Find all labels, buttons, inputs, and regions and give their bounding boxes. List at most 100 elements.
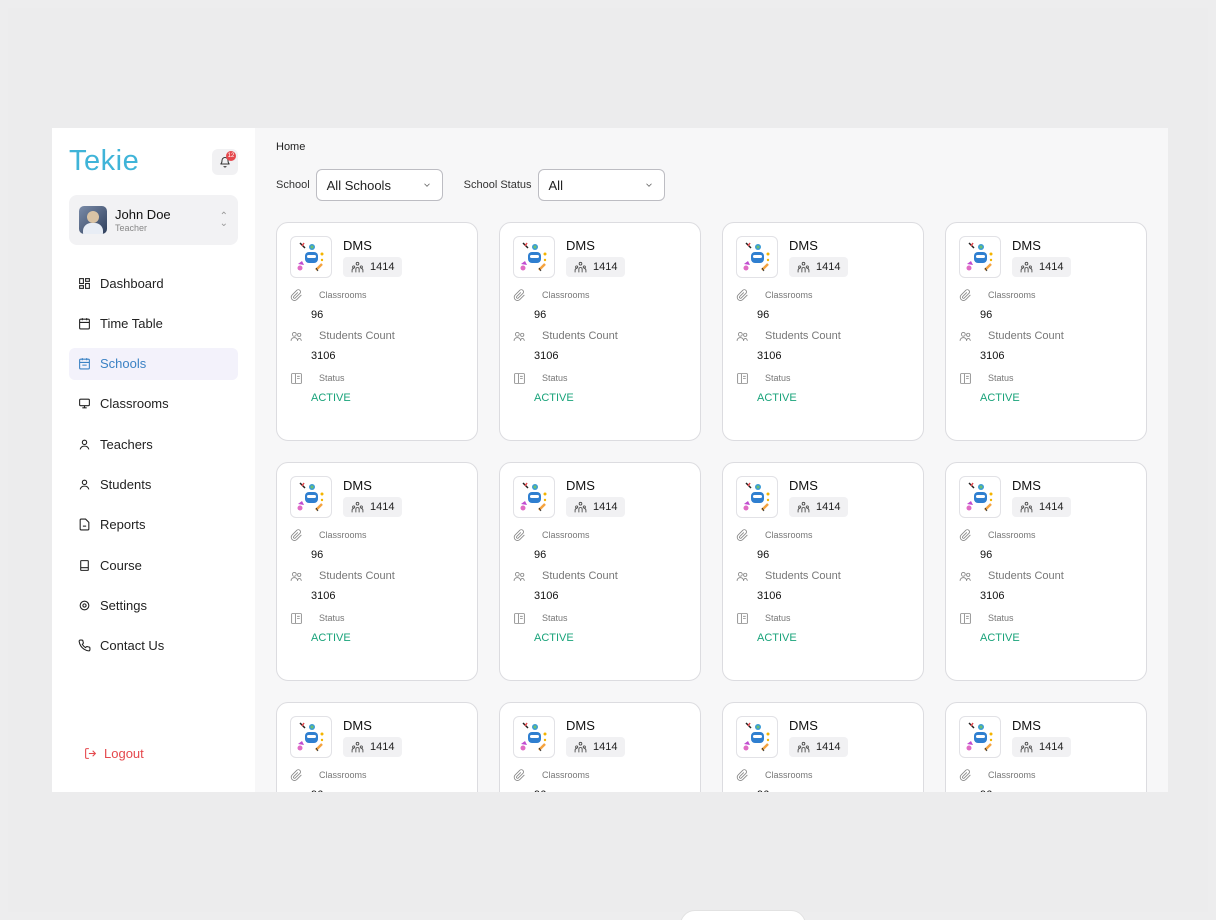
panel-icon [290,612,311,625]
school-card[interactable]: DMS1414 Classrooms96 Students Count3106 Sta… [276,462,478,681]
paperclip-icon [513,768,534,782]
panel-icon [513,612,534,625]
school-name: DMS [789,238,818,253]
students-value: 3106 [980,349,1005,362]
school-name: DMS [566,478,595,493]
chevron-down-icon [645,183,652,187]
book-icon [77,558,91,572]
school-logo-icon [959,476,1001,518]
status-label-row: Status [959,372,1133,385]
school-name: DMS [1012,718,1041,733]
card-title-block: DMS 1414 [343,476,403,519]
students-label-row: Students Count [290,570,464,583]
status-label: Status [319,613,345,623]
school-card[interactable]: DMS1414Classrooms96Students Count3106Sta… [945,462,1147,681]
member-count: 1414 [593,261,618,273]
sidebar-item-dashboard[interactable]: Dashboard [69,267,238,299]
students-label: Students Count [765,330,841,342]
classrooms-field: Classrooms 96 [736,768,910,792]
member-count: 1414 [593,501,618,513]
school-card-grid: DMS 1414 Classrooms 96 Students Count 3106 Sta… [276,222,1147,792]
card-header: DMS 1414 [959,476,1133,519]
card-title-block: DMS 1414 [566,476,626,519]
school-filter-value: All Schools [326,177,391,193]
sidebar-nav: Dashboard Time Table Schools Classrooms Teac… [69,267,238,662]
sidebar-item-label: Contact Us [100,638,165,654]
status-label-row: Status [290,612,464,625]
panel-icon [959,372,980,385]
app-window: Tekie 12 John Doe Teacher ⌃ ⌄ Dashboard Ti… [52,128,1168,792]
school-card[interactable]: DMS1414Classrooms96Students Count3106Sta… [499,222,701,441]
gear-icon [77,598,91,612]
school-card[interactable]: DMS1414Classrooms96Students Count3106Sta… [945,222,1147,441]
students-label: Students Count [988,570,1064,582]
people-icon [351,501,370,514]
profile-role: Teacher [115,223,148,233]
profile-switcher[interactable]: John Doe Teacher ⌃ ⌄ [69,195,238,245]
classrooms-field: Classrooms 96 [959,288,1133,321]
school-card[interactable]: DMS1414Classrooms96Students Count3106Sta… [499,462,701,681]
school-card[interactable]: DMS1414Classrooms96Students Count3106Sta… [276,222,478,441]
users-icon [959,570,980,583]
status-value: ACTIVE [534,631,574,644]
school-card[interactable]: DMS1414Classrooms96Students Count3106Sta… [276,702,478,792]
classrooms-value: 96 [534,548,547,561]
member-count-chip: 1414 [343,737,403,757]
member-count-chip: 1414 [566,497,626,517]
school-logo-icon [736,476,778,518]
school-card[interactable]: DMS1414Classrooms96Students Count3106Sta… [945,702,1147,792]
users-icon [736,330,757,343]
panel-icon [290,372,311,385]
paperclip-icon [736,768,757,782]
sidebar-item-course[interactable]: Course [69,549,238,581]
students-label: Students Count [542,330,618,342]
school-card[interactable]: DMS1414Classrooms96Students Count3106Sta… [722,702,924,792]
classroom-icon [77,397,91,411]
students-label-row: Students Count [513,330,687,343]
people-icon [797,501,816,514]
card-header: DMS 1414 [959,716,1133,759]
sidebar-item-time-table[interactable]: Time Table [69,307,238,339]
classrooms-label-row: Classrooms [290,768,464,782]
sidebar-item-reports[interactable]: Reports [69,509,238,541]
panel-icon [513,372,534,385]
sidebar-item-settings[interactable]: Settings [69,589,238,621]
classrooms-label: Classrooms [765,530,813,540]
notification-button[interactable]: 12 [212,148,238,175]
students-value: 3106 [311,349,336,362]
users-icon [736,570,757,583]
sidebar-item-label: Dashboard [100,275,164,291]
card-title-block: DMS 1414 [1012,716,1072,759]
dashboard-icon [77,276,91,290]
people-icon [797,261,816,274]
card-header: DMS 1414 [513,236,687,279]
status-filter-select[interactable]: All [537,169,665,201]
paperclip-icon [513,528,534,542]
status-label: Status [542,613,568,623]
school-logo-icon [290,716,332,758]
school-filter-select[interactable]: All Schools [315,169,443,201]
classrooms-field: Classrooms 96 [290,528,464,561]
sidebar-item-classrooms[interactable]: Classrooms [69,388,238,420]
classrooms-field: Classrooms 96 [290,288,464,321]
card-header: DMS 1414 [290,236,464,279]
school-name: DMS [789,718,818,733]
sidebar-item-teachers[interactable]: Teachers [69,428,238,460]
status-value: ACTIVE [534,391,574,404]
school-card[interactable]: DMS1414Classrooms96Students Count3106Sta… [722,222,924,441]
school-logo-icon [290,236,332,278]
students-field: Students Count 3106 [290,570,464,602]
school-card[interactable]: DMS1414Classrooms96Students Count3106Sta… [499,702,701,792]
member-count: 1414 [370,261,395,273]
sidebar-item-contact-us[interactable]: Contact Us [69,630,238,662]
sidebar-item-students[interactable]: Students [69,468,238,500]
member-count: 1414 [816,501,841,513]
logout-button[interactable]: Logout [83,746,144,761]
classrooms-field: Classrooms 96 [290,768,464,792]
sidebar-item-schools[interactable]: Schools [69,347,238,380]
sidebar-item-label: Time Table [100,315,163,331]
classrooms-field: Classrooms 96 [736,288,910,321]
status-label: Status [542,373,568,383]
sidebar: Tekie 12 John Doe Teacher ⌃ ⌄ Dashboard Ti… [52,128,255,792]
school-card[interactable]: DMS1414Classrooms96Students Count3106Sta… [722,462,924,681]
